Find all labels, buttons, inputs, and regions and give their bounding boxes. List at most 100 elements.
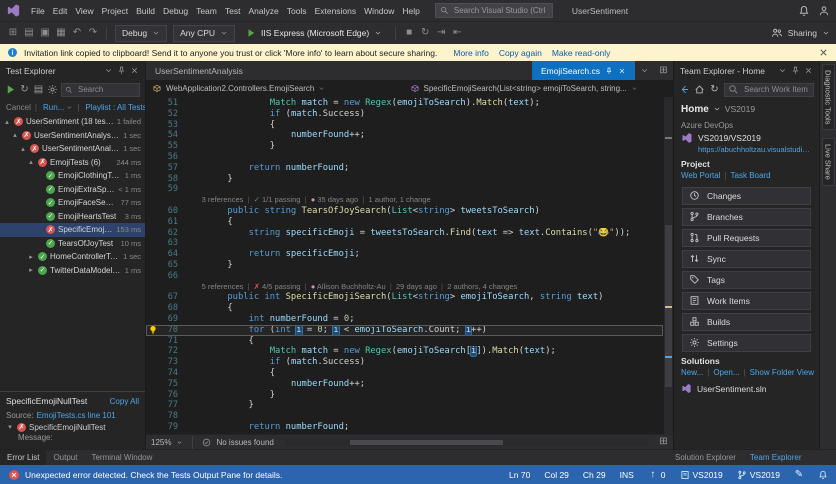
codelens-row[interactable]: 5 references | ✗ 4/5 passing | ● Allison… (146, 282, 663, 293)
open-file-icon[interactable]: ▤ (22, 27, 36, 39)
breadcrumb-type-dropdown[interactable]: WebApplication2.Controllers.EmojiSearch (152, 84, 410, 94)
chevron-down-icon[interactable] (778, 66, 787, 75)
project-link-task-board[interactable]: Task Board (720, 171, 771, 180)
branch-indicator[interactable]: VS2019 (737, 470, 780, 480)
team-button-work-items[interactable]: Work Items (682, 291, 811, 310)
code-line[interactable]: 57 return numberFound; (146, 163, 663, 174)
infobar-link-copy-again[interactable]: Copy again (499, 48, 542, 58)
save-all-icon[interactable]: ▦ (54, 27, 68, 39)
run-all-tests-icon[interactable] (5, 84, 16, 95)
notifications-icon[interactable] (798, 5, 810, 17)
chevron-icon[interactable]: ▴ (11, 131, 19, 139)
azure-account[interactable]: VS2019/VS2019 (674, 130, 819, 144)
code-line[interactable]: 53 { (146, 120, 663, 131)
close-icon[interactable] (130, 66, 139, 75)
menu-help[interactable]: Help (398, 4, 423, 18)
project-link-web-portal[interactable]: Web Portal (681, 171, 720, 180)
code-line[interactable]: 76 } (146, 390, 663, 401)
test-tree-item-usersentimentanal-18[interactable]: ▴✗UserSentimentAnal... (18)1 sec (0, 142, 145, 156)
source-link[interactable]: EmojiTests.cs line 101 (37, 411, 116, 420)
chevron-icon[interactable]: ▴ (19, 145, 27, 153)
copy-all-link[interactable]: Copy All (110, 397, 139, 406)
code-line[interactable]: 65 } (146, 260, 663, 271)
infobar-link-make-read-only[interactable]: Make read-only (552, 48, 611, 58)
test-search[interactable] (61, 82, 140, 97)
code-line[interactable]: 59 (146, 184, 663, 195)
solutions-link-open[interactable]: Open... (703, 368, 739, 377)
test-tree-item-specificemojinullt[interactable]: ✗SpecificEmojiNullT...153 ms (0, 223, 145, 237)
codelens-row[interactable]: 3 references | ✓ 1/1 passing | ● 35 days… (146, 195, 663, 206)
code-editor[interactable]: 51 Match match = new Regex(emojiToSearch… (146, 97, 673, 434)
code-line[interactable]: 66 (146, 271, 663, 282)
menu-file[interactable]: File (27, 4, 49, 18)
platform-dropdown[interactable]: Any CPU (173, 24, 236, 42)
code-line[interactable]: 77 } (146, 400, 663, 411)
code-line[interactable]: 60 public string TearsOfJoySearch(List<s… (146, 206, 663, 217)
undo-icon[interactable]: ↶ (70, 27, 84, 39)
code-line[interactable]: 52 if (match.Success) (146, 109, 663, 120)
close-icon[interactable] (618, 67, 626, 75)
team-explorer-page-header[interactable]: Home VS2019 (674, 99, 819, 119)
test-command-cancel[interactable]: Cancel (6, 103, 31, 112)
panel-tab-error-list[interactable]: Error List (0, 450, 47, 465)
code-line[interactable]: 79 return numberFound; (146, 422, 663, 433)
team-button-sync[interactable]: Sync (682, 249, 811, 268)
test-tree-item-emojiclothingtest[interactable]: ✓ EmojiClothingTest 1 ms (0, 169, 145, 183)
code-line[interactable]: 70 for (int i = 0; i < emojiToSearch.Cou… (146, 324, 663, 336)
pin-icon[interactable] (605, 67, 613, 75)
team-button-branches[interactable]: Branches (682, 207, 811, 226)
menu-edit[interactable]: Edit (49, 4, 72, 18)
test-tree-item-usersentiment-18-tests[interactable]: ▴ ✗ UserSentiment (18 tests) 1 failed (0, 115, 145, 129)
test-tree-item-emojiextraspecial[interactable]: ✓EmojiExtraSpecial...< 1 ms (0, 183, 145, 197)
code-line[interactable]: 72 Match match = new Regex(emojiToSearch… (146, 346, 663, 357)
menu-debug[interactable]: Debug (159, 4, 192, 18)
account-url-link[interactable]: https://abuchholtzau.visualstudio... (674, 144, 819, 156)
chevron-icon[interactable]: ▴ (3, 118, 11, 126)
back-icon[interactable] (679, 84, 690, 95)
restart-icon[interactable]: ↻ (418, 27, 432, 39)
side-tab-live-share[interactable]: Live Share (821, 138, 835, 187)
refresh-icon[interactable]: ↻ (19, 84, 30, 95)
code-line[interactable]: 62 string specificEmoji = tweetsToSearch… (146, 228, 663, 239)
redo-icon[interactable]: ↷ (86, 27, 100, 39)
work-items-search[interactable] (724, 82, 814, 97)
group-by-icon[interactable]: ▤ (33, 84, 44, 95)
close-icon[interactable] (804, 66, 813, 75)
menu-analyze[interactable]: Analyze (244, 4, 282, 18)
code-line[interactable]: 74 { (146, 368, 663, 379)
test-tree-item-tearsofjoytest[interactable]: ✓ TearsOfJoyTest 10 ms (0, 237, 145, 251)
quick-actions-bulb[interactable] (146, 325, 159, 335)
code-line[interactable]: 71 { (146, 336, 663, 347)
test-search-input[interactable] (76, 84, 136, 95)
menu-project[interactable]: Project (98, 4, 132, 18)
tab-emojisearch-cs[interactable]: EmojiSearch.cs (531, 61, 635, 80)
tab-usersentimentanalysis[interactable]: UserSentimentAnalysis (146, 61, 252, 80)
scrollbar-thumb[interactable] (350, 439, 503, 445)
solutions-link-new[interactable]: New... (681, 368, 703, 377)
stop-icon[interactable]: ■ (402, 27, 416, 39)
code-line[interactable]: 73 if (match.Success) (146, 357, 663, 368)
configuration-dropdown[interactable]: Debug (115, 24, 168, 42)
document-health-icon[interactable] (202, 438, 211, 447)
panel-tab-solution-explorer[interactable]: Solution Explorer (668, 450, 743, 465)
pin-icon[interactable] (791, 66, 800, 75)
zoom-level[interactable]: 125% (151, 438, 171, 447)
account-icon[interactable] (818, 5, 830, 17)
chevron-icon[interactable]: ▴ (27, 158, 35, 166)
test-tree-item-twitterdatamodel-6[interactable]: ▸✓TwitterDataModel... (6)1 ms (0, 264, 145, 278)
horizontal-scrollbar[interactable] (284, 438, 648, 446)
team-button-settings[interactable]: Settings (682, 333, 811, 352)
code-line[interactable]: 63 (146, 238, 663, 249)
code-line[interactable]: 64 return specificEmoji; (146, 249, 663, 260)
menu-build[interactable]: Build (132, 4, 159, 18)
menu-tools[interactable]: Tools (283, 4, 311, 18)
menu-team[interactable]: Team (192, 4, 221, 18)
test-tree-item-emojitests-6[interactable]: ▴ ✗ EmojiTests (6) 244 ms (0, 156, 145, 170)
code-line[interactable]: 68 { (146, 303, 663, 314)
save-icon[interactable]: ▣ (38, 27, 52, 39)
start-debugging-button[interactable]: IIS Express (Microsoft Edge) (239, 24, 389, 42)
solutions-link-show-folder-view[interactable]: Show Folder View (740, 368, 814, 377)
code-line[interactable]: 75 numberFound++; (146, 379, 663, 390)
chevron-down-icon[interactable] (104, 66, 113, 75)
code-line[interactable]: 67 public int SpecificEmojiSearch(List<s… (146, 292, 663, 303)
